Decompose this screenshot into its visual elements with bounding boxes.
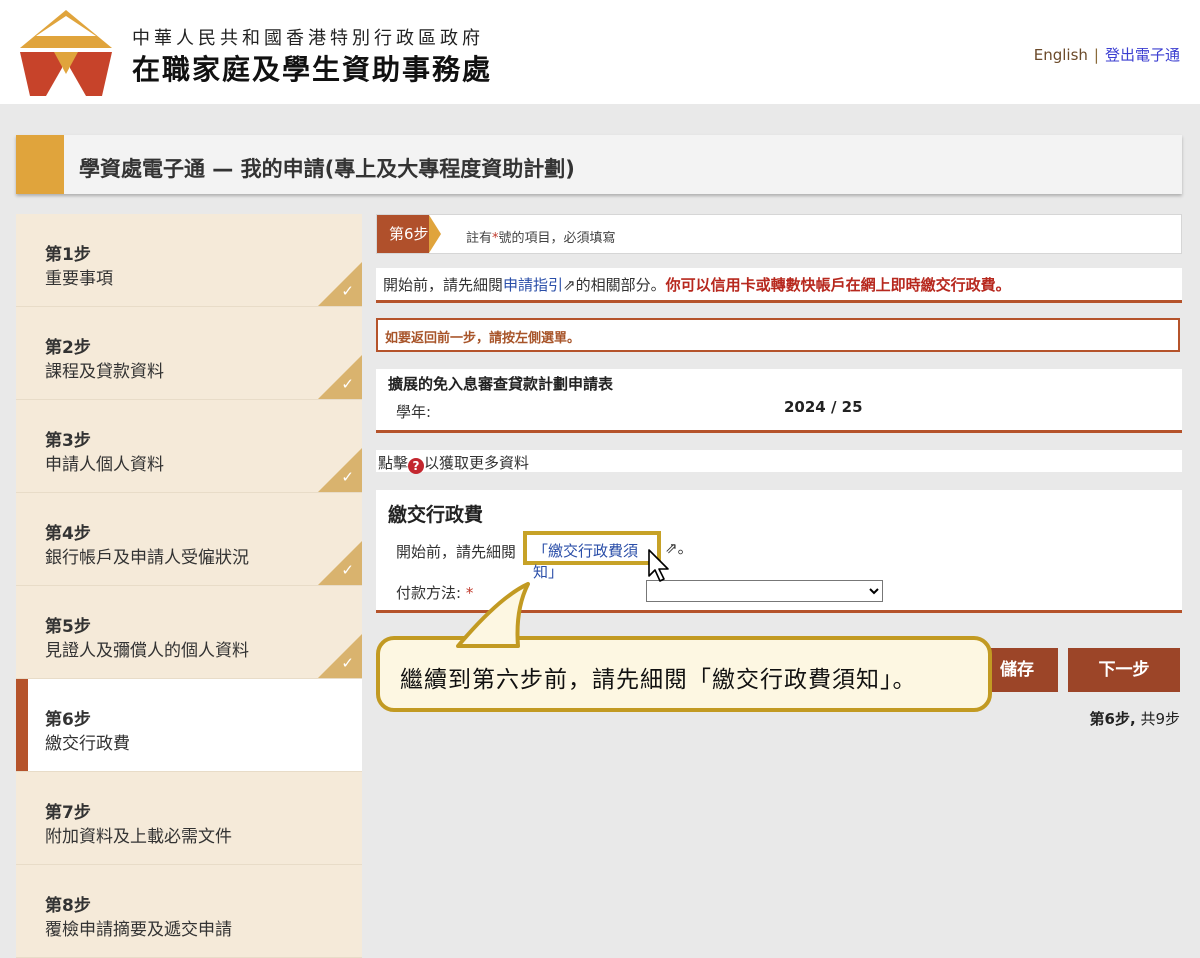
intro-notice: 開始前，請先細閱申請指引⇗的相關部分。你可以信用卡或轉數快帳戶在網上即時繳交行政… — [376, 268, 1182, 303]
help-icon[interactable]: ? — [408, 458, 425, 474]
more-info-pre: 點擊 — [378, 454, 409, 472]
sidebar-step-6[interactable]: 第6步 繳交行政費 — [16, 679, 362, 772]
payment-notice: 你可以信用卡或轉數快帳戶在網上即時繳交行政費。 — [665, 276, 1011, 294]
progress-current: 第6步, — [1089, 710, 1136, 728]
guide-link[interactable]: 申請指引 — [503, 276, 563, 294]
external-link-icon: ⇗ — [563, 276, 576, 294]
step-number: 第5步 — [45, 617, 91, 637]
page-title: 學資處電子通 — 我的申請(專上及大專程度資助計劃) — [79, 157, 575, 181]
step-progress: 第6步, 共9步 — [1090, 708, 1180, 729]
academic-year-value: 2024 / 25 — [784, 398, 863, 416]
sidebar-step-1[interactable]: 第1步 重要事項 ✓ — [16, 214, 362, 307]
required-note-pre: 註有 — [466, 231, 493, 246]
intro-pre: 開始前，請先細閱 — [383, 276, 504, 294]
callout-tail — [456, 582, 530, 648]
academic-year-label: 學年: — [396, 403, 432, 421]
form-info: 擴展的免入息審查貸款計劃申請表 學年: 2024 / 25 — [376, 369, 1182, 433]
step-done-corner — [318, 634, 362, 678]
step-label: 覆檢申請摘要及遞交申請 — [45, 920, 232, 940]
wfsfaa-logo-icon — [20, 10, 112, 96]
top-links: English | 登出電子通 — [1034, 44, 1180, 65]
fee-heading: 繳交行政費 — [388, 504, 484, 526]
sidebar-step-4[interactable]: 第4步 銀行帳戶及申請人受僱狀況 ✓ — [16, 493, 362, 586]
intro-mid: 的相關部分。 — [575, 276, 666, 294]
next-button[interactable]: 下一步 — [1068, 648, 1180, 692]
step-number: 第3步 — [45, 431, 91, 451]
title-accent — [16, 135, 64, 194]
sidebar-step-3[interactable]: 第3步 申請人個人資料 ✓ — [16, 400, 362, 493]
step-number: 第8步 — [45, 896, 91, 916]
step-label: 重要事項 — [45, 269, 113, 289]
step-number: 第6步 — [45, 710, 91, 730]
step-label: 申請人個人資料 — [45, 455, 164, 475]
checkmark-icon: ✓ — [341, 468, 354, 486]
step-number: 第4步 — [45, 524, 91, 544]
step-label: 附加資料及上載必需文件 — [45, 827, 232, 847]
government-name: 中華人民共和國香港特別行政區政府 — [132, 28, 484, 49]
step-label: 繳交行政費 — [45, 734, 130, 754]
english-link[interactable]: English — [1034, 46, 1088, 64]
sidebar-step-2[interactable]: 第2步 課程及貸款資料 ✓ — [16, 307, 362, 400]
back-notice: 如要返回前一步，請按左側選單。 — [376, 318, 1180, 352]
more-info-post: 以獲取更多資料 — [424, 454, 530, 472]
mouse-cursor-icon — [648, 549, 669, 582]
callout-text: 繼續到第六步前，請先細閱「繳交行政費須知」。 — [400, 667, 917, 693]
step-done-corner — [318, 448, 362, 492]
payment-method-select[interactable] — [646, 580, 883, 602]
checkmark-icon: ✓ — [341, 561, 354, 579]
step-label: 銀行帳戶及申請人受僱狀況 — [45, 548, 249, 568]
checkmark-icon: ✓ — [341, 654, 354, 672]
required-note-post: 號的項目，必須填寫 — [498, 231, 616, 246]
fee-pre-text: 開始前，請先細閱 — [396, 543, 517, 561]
step-number: 第1步 — [45, 245, 91, 265]
link-separator: | — [1093, 46, 1099, 64]
step-number: 第7步 — [45, 803, 91, 823]
progress-total: 共9步 — [1140, 710, 1180, 728]
back-notice-text: 如要返回前一步，請按左側選單。 — [385, 331, 581, 346]
required-note: 註有*號的項目，必須填寫 — [466, 227, 616, 246]
sidebar-step-7[interactable]: 第7步 附加資料及上載必需文件 — [16, 772, 362, 865]
step-label: 課程及貸款資料 — [45, 362, 164, 382]
step-badge: 第6步 — [377, 215, 441, 253]
department-name: 在職家庭及學生資助事務處 — [132, 53, 493, 86]
step-done-corner — [318, 541, 362, 585]
checkmark-icon: ✓ — [341, 282, 354, 300]
step-done-corner — [318, 262, 362, 306]
step-sidebar: 第1步 重要事項 ✓ 第2步 課程及貸款資料 ✓ 第3步 申請人個人資料 ✓ 第… — [16, 214, 362, 958]
step-indicator-bar: 第6步 註有*號的項目，必須填寫 — [376, 214, 1182, 254]
logout-link[interactable]: 登出電子通 — [1105, 46, 1180, 64]
sidebar-step-8[interactable]: 第8步 覆檢申請摘要及遞交申請 — [16, 865, 362, 958]
step-number: 第2步 — [45, 338, 91, 358]
sidebar-step-5[interactable]: 第5步 見證人及彌償人的個人資料 ✓ — [16, 586, 362, 679]
page-title-bar: 學資處電子通 — 我的申請(專上及大專程度資助計劃) — [16, 135, 1182, 194]
step-done-corner — [318, 355, 362, 399]
site-header: 中華人民共和國香港特別行政區政府 在職家庭及學生資助事務處 English | 登出… — [0, 0, 1200, 104]
form-title: 擴展的免入息審查貸款計劃申請表 — [388, 375, 614, 393]
step-label: 見證人及彌償人的個人資料 — [45, 641, 249, 661]
more-info-row: 點擊? 以獲取更多資料 — [376, 450, 1182, 474]
checkmark-icon: ✓ — [341, 375, 354, 393]
